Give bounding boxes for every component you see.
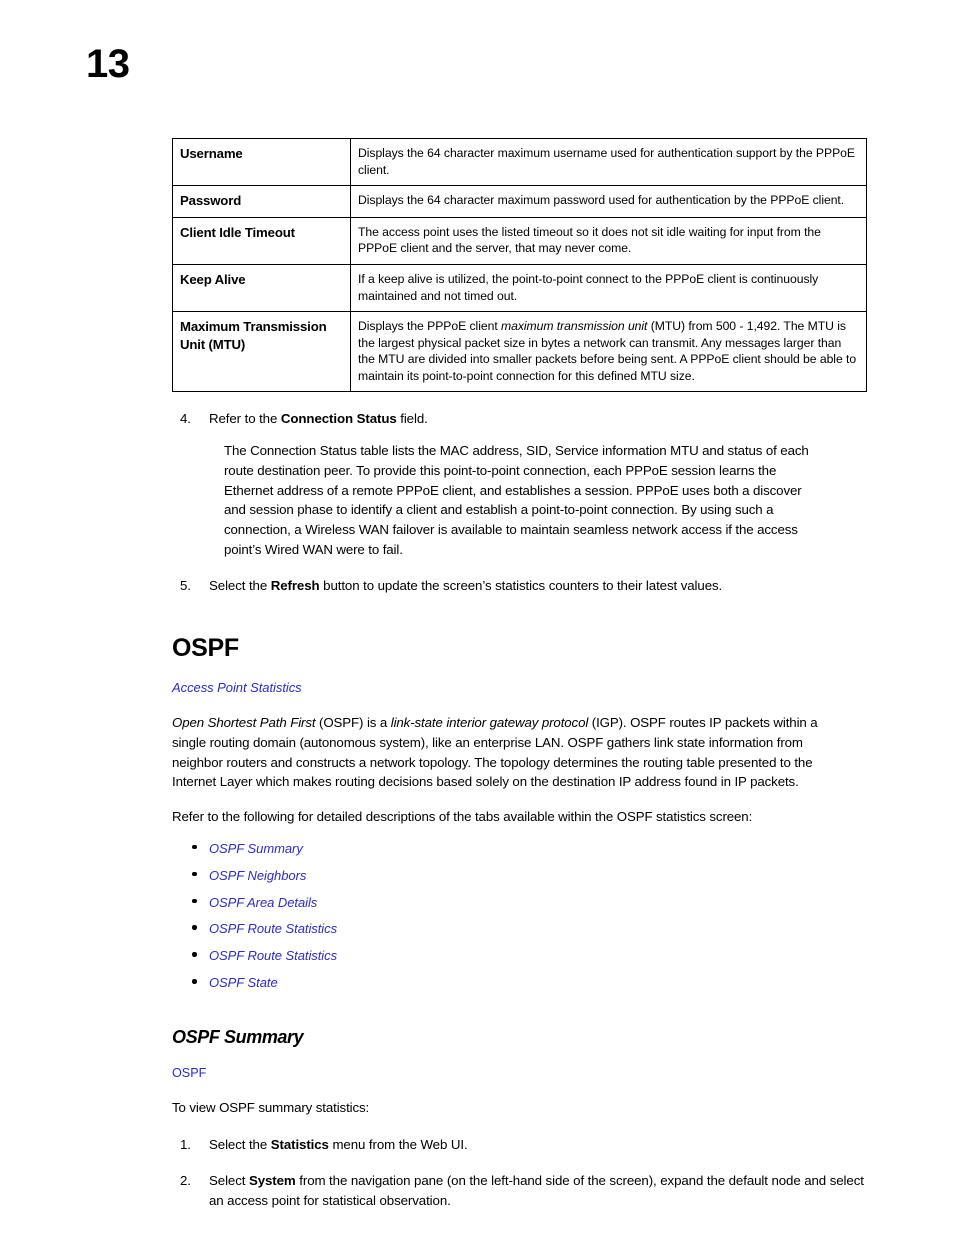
table-cell-term: Maximum Transmission Unit (MTU) [172,311,351,393]
table-cell-description: Displays the 64 character maximum passwo… [350,185,867,218]
step-item-4: 4. Refer to the Connection Status field. [172,409,872,429]
section-heading-ospf-summary: OSPF Summary [172,1027,304,1048]
table-row: Username Displays the 64 character maxim… [172,137,867,187]
table-row: Maximum Transmission Unit (MTU) Displays… [172,311,867,393]
breadcrumb: Access Point Statistics [172,679,872,697]
link-ospf-state[interactable]: OSPF State [209,975,278,992]
bullet-icon [192,844,197,850]
list-item: OSPF Neighbors [172,868,872,885]
bullet-icon [192,925,197,930]
table-cell-description: Displays the 64 character maximum userna… [350,137,867,187]
table-cell-term: Keep Alive [172,263,351,313]
table-cell-description: If a keep alive is utilized, the point-t… [350,263,867,313]
link-ospf-summary[interactable]: OSPF Summary [209,841,303,858]
table-cell-term: Username [172,137,351,187]
link-ospf-neighbors[interactable]: OSPF Neighbors [209,868,306,885]
link-access-point-statistics[interactable]: Access Point Statistics [172,680,302,695]
table-row: Keep Alive If a keep alive is utilized, … [172,263,867,313]
list-item: OSPF Route Statistics [172,948,872,965]
ospf-refer-paragraph: Refer to the following for detailed desc… [172,809,753,825]
step-item-1: 1. Select the Statistics menu from the W… [172,1135,872,1155]
bullet-icon [192,979,197,984]
ospf-tab-link-list: OSPF Summary OSPF Neighbors OSPF Area De… [172,841,872,992]
list-item: OSPF State [172,975,872,992]
table-cell-term: Password [172,185,351,218]
link-ospf-route-statistics[interactable]: OSPF Route Statistics [209,921,337,938]
table-cell-term: Client Idle Timeout [172,216,351,265]
section-heading-ospf: OSPF [172,633,239,662]
breadcrumb-ospf-summary: OSPF [172,1048,872,1082]
table-cell-description: Displays the PPPoE client maximum transm… [350,311,867,393]
bullet-icon [192,952,197,957]
ospf-intro-paragraph: Open Shortest Path First (OSPF) is a lin… [172,715,818,790]
page-content-column: Username Displays the 64 character maxim… [172,137,872,1211]
step-item-2: 2. Select System from the navigation pan… [172,1171,872,1210]
table-row: Client Idle Timeout The access point use… [172,216,867,265]
ospf-summary-lead-in: To view OSPF summary statistics: [172,1099,370,1115]
link-ospf-route-statistics-2[interactable]: OSPF Route Statistics [209,948,337,965]
bullet-icon [192,871,197,877]
table-body: Username Displays the 64 character maxim… [172,137,867,393]
pppoe-parameter-table: Username Displays the 64 character maxim… [172,137,867,393]
step-number: 5. [180,578,191,594]
list-item: OSPF Area Details [172,895,872,912]
step-item-5: 5. Select the Refresh button to update t… [172,576,872,596]
step-text: Select the Statistics menu from the Web … [209,1136,468,1152]
step-text: Refer to the Connection Status field. [209,411,428,427]
document-page: 13 Username Displays the 64 character ma… [0,0,954,1235]
step-number: 2. [180,1173,191,1189]
step-number: 1. [180,1136,191,1152]
table-cell-description: The access point uses the listed timeout… [350,216,867,265]
page-number: 13 [86,42,130,86]
step-text: Select the Refresh button to update the … [209,578,723,594]
list-item: OSPF Route Statistics [172,921,872,938]
link-ospf[interactable]: OSPF [172,1066,206,1080]
bullet-icon [192,898,197,903]
link-ospf-area-details[interactable]: OSPF Area Details [209,895,317,912]
step-text: Select System from the navigation pane (… [209,1173,864,1208]
step-number: 4. [180,411,191,427]
step-4-detail-paragraph: The Connection Status table lists the MA… [224,443,809,557]
list-item: OSPF Summary [172,841,872,858]
table-row: Password Displays the 64 character maxim… [172,185,867,218]
